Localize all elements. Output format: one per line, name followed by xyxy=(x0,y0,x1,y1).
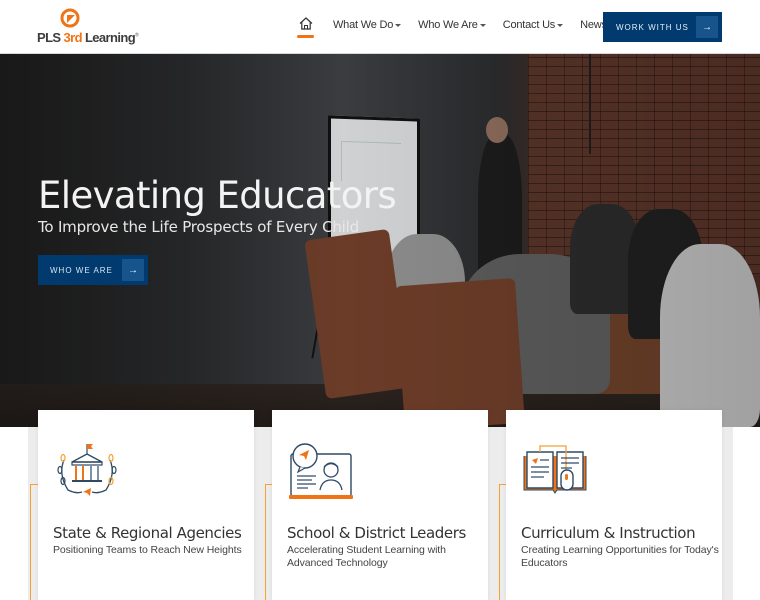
active-indicator xyxy=(297,35,314,38)
logo-text: PLS 3rd Learning® xyxy=(37,30,139,45)
card-title: Curriculum & Instruction xyxy=(521,524,696,542)
nav-label: Contact Us xyxy=(502,19,556,31)
logo-suffix: Learning xyxy=(81,30,136,45)
audience-card-state-regional[interactable]: State & Regional Agencies Positioning Te… xyxy=(38,410,254,600)
who-we-are-button[interactable]: WHO WE ARE → xyxy=(38,255,148,285)
cta-label: WORK WITH US xyxy=(616,22,689,32)
site-logo[interactable]: PLS 3rd Learning® xyxy=(37,8,139,48)
hero-title: Elevating Educators xyxy=(38,174,397,217)
button-label: WHO WE ARE xyxy=(50,265,113,275)
caret-down-icon xyxy=(395,24,402,27)
nav-contact-us[interactable]: Contact Us xyxy=(502,19,564,31)
home-icon xyxy=(299,17,313,30)
capitol-laurel-icon xyxy=(57,444,117,496)
book-mouse-icon xyxy=(523,445,587,494)
gutter xyxy=(722,427,733,600)
card-title: State & Regional Agencies xyxy=(53,524,242,542)
card-title: School & District Leaders xyxy=(287,524,466,542)
nav-label: What We Do xyxy=(333,19,394,31)
nav-what-we-do[interactable]: What We Do xyxy=(333,19,402,31)
nav-who-we-are[interactable]: Who We Are xyxy=(418,19,486,31)
card-description: Accelerating Student Learning with Advan… xyxy=(287,544,446,569)
hero-subtitle: To Improve the Life Prospects of Every C… xyxy=(38,218,359,236)
audience-card-school-district[interactable]: School & District Leaders Accelerating S… xyxy=(272,410,488,600)
hero-overlay xyxy=(0,54,760,427)
logo-trademark: ® xyxy=(135,32,139,39)
pls-logo-mark-icon xyxy=(60,8,80,28)
nav-label: Who We Are xyxy=(418,19,478,31)
site-header: PLS 3rd Learning® What We Do Who We Are … xyxy=(0,0,760,54)
audience-card-curriculum[interactable]: Curriculum & Instruction Creating Learni… xyxy=(506,410,722,600)
work-with-us-button[interactable]: WORK WITH US → xyxy=(603,12,722,42)
main-nav: What We Do Who We Are Contact Us News xyxy=(296,0,624,50)
laptop-teacher-icon xyxy=(289,443,353,499)
card-description: Creating Learning Opportunities for Toda… xyxy=(521,544,719,569)
arrow-right-icon: → xyxy=(122,259,144,281)
hero-banner: Elevating Educators To Improve the Life … xyxy=(0,54,760,427)
nav-home[interactable] xyxy=(296,10,316,40)
caret-down-icon xyxy=(479,24,486,27)
arrow-right-icon: → xyxy=(696,16,718,38)
caret-down-icon xyxy=(557,24,564,27)
logo-accent: 3rd xyxy=(63,30,83,45)
logo-prefix: PLS xyxy=(37,30,64,45)
card-description: Positioning Teams to Reach New Heights xyxy=(53,544,242,556)
